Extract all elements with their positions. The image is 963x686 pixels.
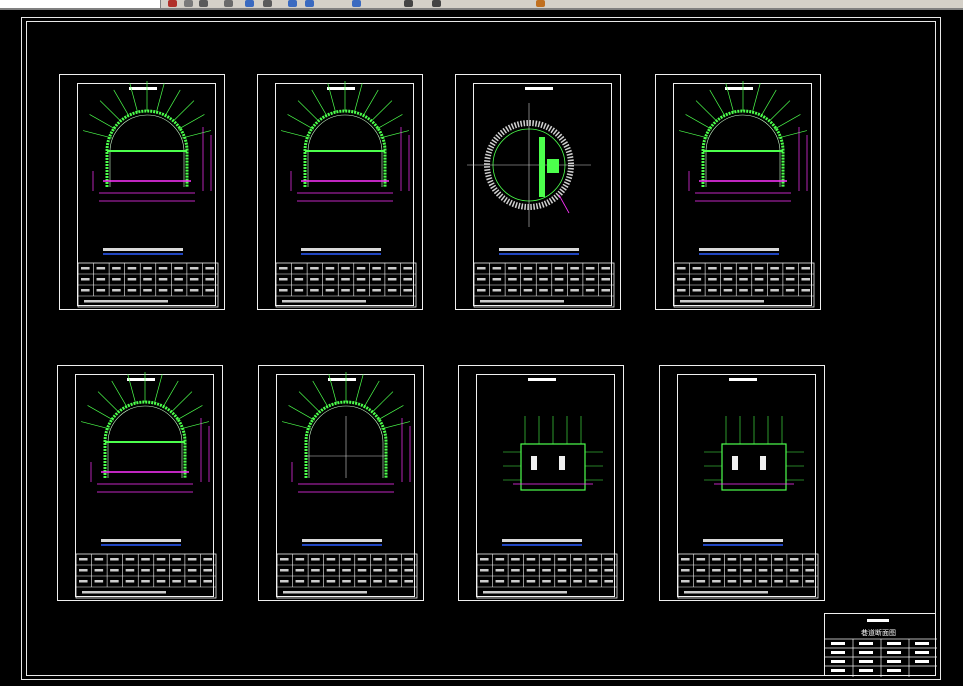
save-icon[interactable] [184,0,193,7]
drawing-sheet-2[interactable] [257,74,423,310]
section-drawing [677,378,819,599]
zoom-icon[interactable] [263,0,272,7]
command-input[interactable] [0,0,161,8]
toolbar [0,0,963,10]
sheet-heading [525,87,553,90]
drawing-sheet-4[interactable] [655,74,821,310]
redo-icon[interactable] [224,0,233,7]
section-drawing [276,372,418,599]
title-block-table [825,638,937,677]
section-drawing [467,87,615,308]
color-icon[interactable] [536,0,545,7]
rect-icon[interactable] [352,0,361,7]
title-block: 巷道断面图 [824,613,937,677]
title-block-label: 巷道断面图 [861,629,896,637]
open-icon[interactable] [168,0,177,7]
drawing-sheet-6[interactable] [258,365,424,601]
sheet-heading [328,378,356,381]
drawing-canvas[interactable]: 巷道断面图 [0,10,963,686]
drawing-sheet-8[interactable] [659,365,825,601]
drawing-sheet-5[interactable] [57,365,223,601]
section-drawing [673,81,815,308]
sheet-heading [129,87,157,90]
section-drawing [476,378,618,599]
drawing-sheet-3[interactable] [455,74,621,310]
section-drawing [275,81,417,308]
drawing-sheet-1[interactable] [59,74,225,310]
sheet-heading [725,87,753,90]
layer-icon[interactable] [288,0,297,7]
title-block-bar [867,619,889,622]
undo-icon[interactable] [199,0,208,7]
section-drawing [77,81,219,308]
dimension-icon[interactable] [432,0,441,7]
sheet-heading [127,378,155,381]
sheet-heading [327,87,355,90]
sheet-heading [528,378,556,381]
sheet-heading [729,378,757,381]
line-icon[interactable] [305,0,314,7]
pan-icon[interactable] [245,0,254,7]
section-drawing [75,372,217,599]
drawing-sheet-7[interactable] [458,365,624,601]
text-icon[interactable] [404,0,413,7]
